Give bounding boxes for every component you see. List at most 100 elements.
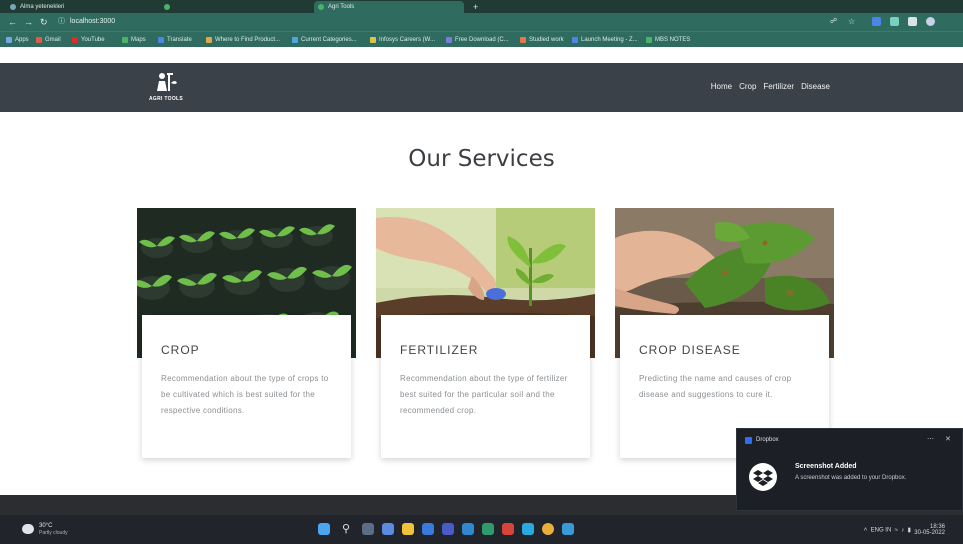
search-icon[interactable]: ⚲ [342,523,354,535]
bookmark-item[interactable]: MBS NOTES [646,35,690,45]
url-input[interactable]: localhost:3000 [70,17,115,27]
card-title: CROP DISEASE [639,343,741,357]
new-tab-button[interactable]: + [470,1,484,13]
bookmark-icon [6,37,12,43]
tab-favicon-icon [164,4,170,10]
site-header: AGRI TOOLS Home Crop Fertilizer Disease [0,63,963,112]
extension-icon[interactable] [872,17,881,26]
service-card-crop-disease[interactable]: CROP DISEASE Predicting the name and cau… [615,208,834,458]
chevron-up-icon[interactable]: ˄ [864,528,868,534]
share-icon[interactable]: ☍ [830,16,837,28]
info-icon[interactable]: ⓘ [58,16,65,28]
browser-tab-2[interactable] [160,1,310,13]
main-nav: Home Crop Fertilizer Disease [711,81,830,93]
card-body: CROP Recommendation about the type of cr… [142,315,351,458]
bookmark-item[interactable]: YouTube [72,35,105,45]
clock-date: 30-05-2022 [914,530,945,536]
tab-label: Agri Tools [328,4,355,10]
profile-avatar-icon[interactable] [926,17,935,26]
battery-icon[interactable]: ▮ [908,528,911,534]
wifi-icon[interactable]: ≈ [895,528,898,534]
os-taskbar: 30°C Partly cloudy ⚲ ˄ ENG IN ≈ ♪ ▮ 18:3… [0,515,963,544]
card-description: Predicting the name and causes of crop d… [639,374,792,399]
toast-title: Screenshot Added [795,463,857,470]
card-body: FERTILIZER Recommendation about the type… [381,315,590,458]
file-explorer-icon[interactable] [402,523,414,535]
edge-icon[interactable] [422,523,434,535]
farmer-logo-icon [157,73,177,91]
start-menu-icon[interactable] [318,523,330,535]
bookmark-item[interactable]: Gmail [36,35,61,45]
service-card-fertilizer[interactable]: FERTILIZER Recommendation about the type… [376,208,595,458]
browser-tab-3[interactable]: Agri Tools [314,1,464,13]
forward-arrow-icon[interactable]: → [24,16,33,28]
cloud-icon [22,524,34,534]
close-icon[interactable]: ✕ [945,435,951,445]
bookmark-item[interactable]: Where to Find Product... [206,35,280,45]
bookmark-icon [292,37,298,43]
bookmark-item[interactable]: Studied work [520,35,564,45]
card-title: CROP [161,343,200,357]
youtube-icon [72,37,78,43]
bookmark-icon [370,37,376,43]
bookmark-icon [446,37,452,43]
app-icon[interactable] [482,523,494,535]
toast-message: A screenshot was added to your Dropbox. [795,475,907,481]
toast-app-name: Dropbox [756,437,779,443]
bookmark-item[interactable]: Launch Meeting - Z... [572,35,638,45]
extension-icon[interactable] [890,17,899,26]
more-options-icon[interactable]: ⋯ [927,435,934,445]
tray-lang[interactable]: ENG IN [871,528,892,534]
translate-icon [158,37,164,43]
bookmark-item[interactable]: Translate [158,35,192,45]
weather-temp: 30°C [39,523,53,529]
volume-icon[interactable]: ♪ [901,528,904,534]
bookmark-item[interactable]: Apps [6,35,29,45]
toast-header: Dropbox [745,435,779,445]
weather-desc: Partly cloudy [39,530,68,536]
bookmark-item[interactable]: Maps [122,35,146,45]
bookmark-item[interactable]: Current Categories... [292,35,357,45]
browser-tab-1[interactable]: Alma yetenekleri [6,1,156,13]
bookmark-item[interactable]: Free Download (C... [446,35,509,45]
page-title: Our Services [408,146,555,172]
bookmark-item[interactable]: Infosys Careers (W... [370,35,435,45]
nav-disease[interactable]: Disease [801,81,830,93]
nav-fertilizer[interactable]: Fertilizer [763,81,794,93]
nav-crop[interactable]: Crop [739,81,756,93]
site-logo[interactable]: AGRI TOOLS [141,71,191,105]
chrome-icon[interactable] [542,523,554,535]
nav-home[interactable]: Home [711,81,732,93]
chat-icon[interactable] [382,523,394,535]
store-icon[interactable] [442,523,454,535]
card-description: Recommendation about the type of fertili… [400,374,568,415]
mail-icon[interactable] [462,523,474,535]
star-icon[interactable]: ☆ [848,16,855,28]
app-icon[interactable] [502,523,514,535]
weather-widget[interactable]: 30°C Partly cloudy [22,523,92,537]
tab-favicon-icon [10,4,16,10]
bookmark-icon [520,37,526,43]
system-tray: ˄ ENG IN ≈ ♪ ▮ 18:36 30-05-2022 [864,524,945,536]
tab-label: Alma yetenekleri [20,4,65,10]
clock[interactable]: 18:36 30-05-2022 [914,524,945,536]
bookmark-icon [206,37,212,43]
app-icon[interactable] [522,523,534,535]
dropbox-small-icon [745,437,752,444]
browser-tab-strip: Alma yetenekleri Agri Tools + [0,0,963,13]
extensions-puzzle-icon[interactable] [908,17,917,26]
back-arrow-icon[interactable]: ← [8,16,17,28]
service-card-crop[interactable]: CROP Recommendation about the type of cr… [137,208,356,458]
dropbox-logo-icon [749,463,777,491]
logo-text: AGRI TOOLS [148,96,184,102]
dropbox-notification[interactable]: Dropbox ⋯ ✕ Screenshot Added A screensho… [736,428,963,511]
gmail-icon [36,37,42,43]
bookmark-icon [646,37,652,43]
task-view-icon[interactable] [362,523,374,535]
card-title: FERTILIZER [400,343,479,357]
bookmarks-bar: Apps Gmail YouTube Maps Translate Where … [0,31,963,47]
maps-icon [122,37,128,43]
card-description: Recommendation about the type of crops t… [161,374,329,415]
vscode-icon[interactable] [562,523,574,535]
reload-icon[interactable]: ↻ [40,16,48,28]
